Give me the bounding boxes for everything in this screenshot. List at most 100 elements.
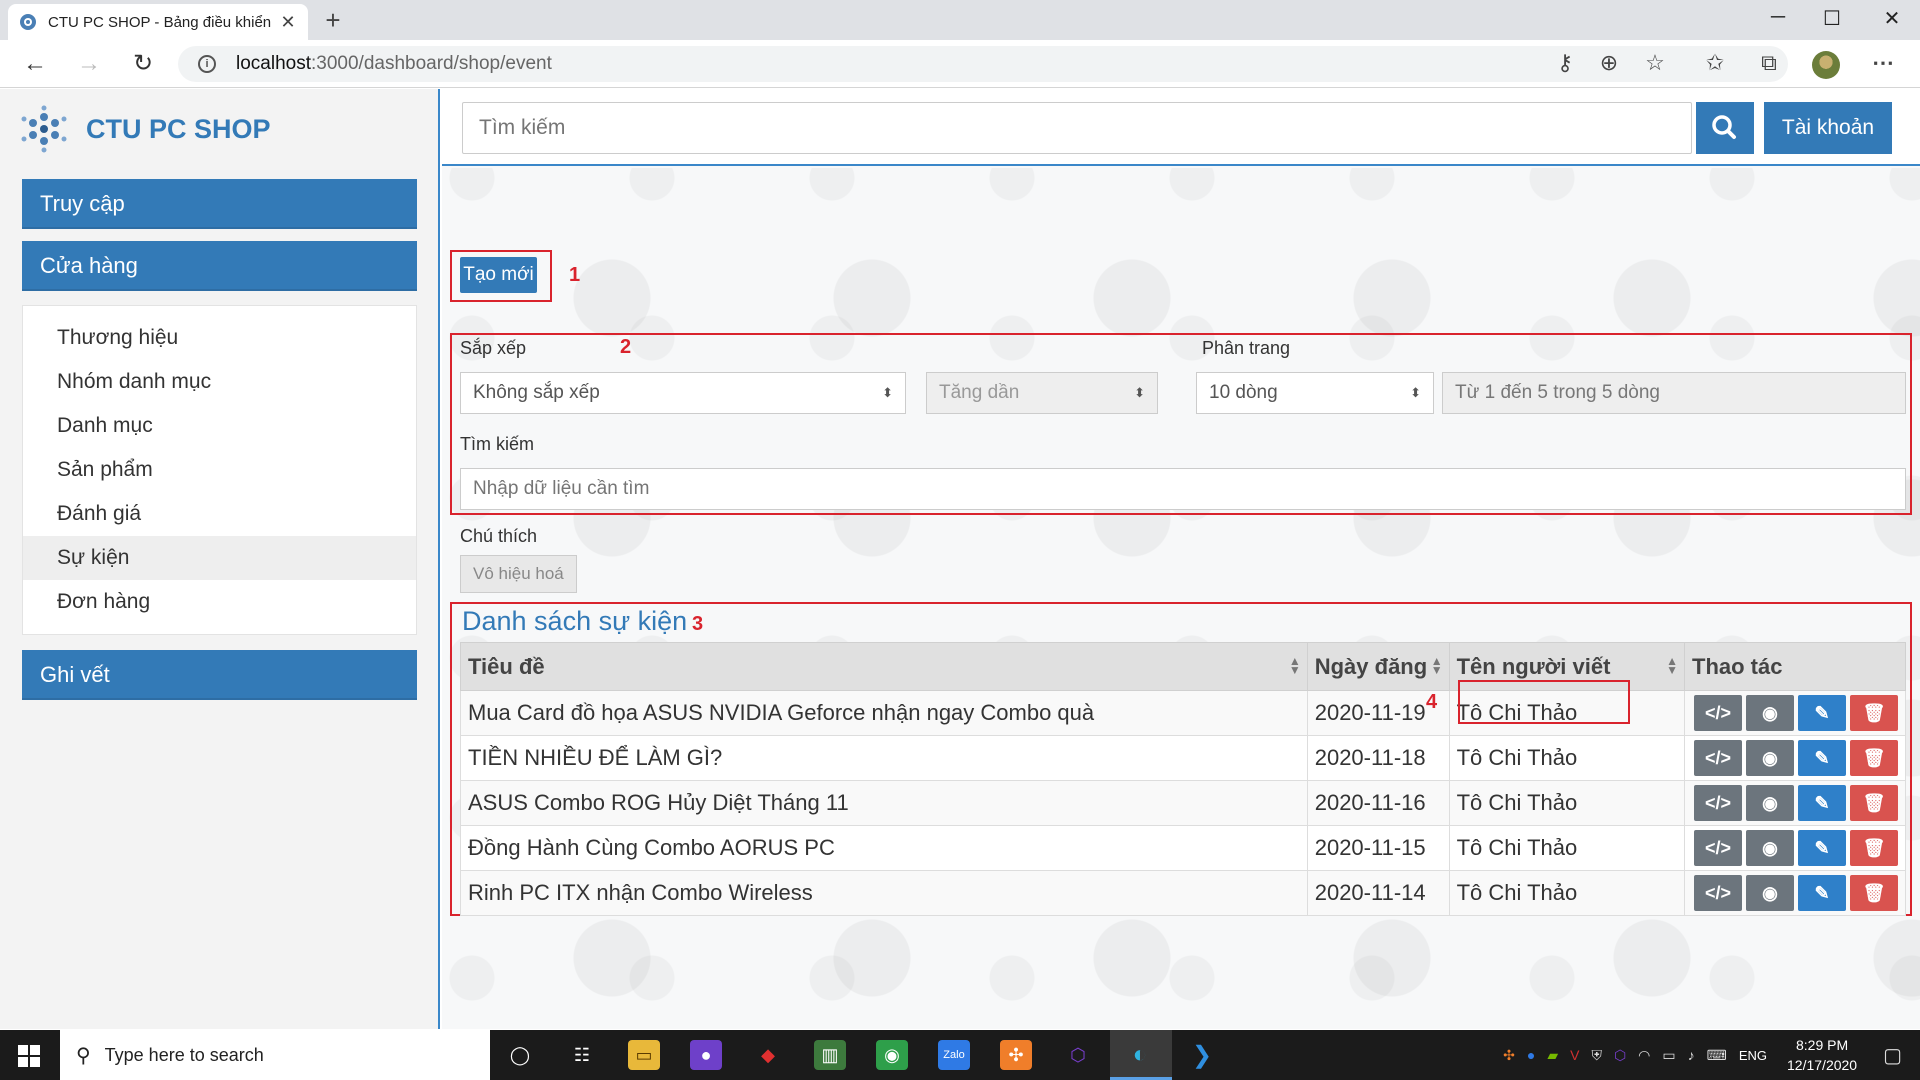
keyboard-icon[interactable]: ⌨ (1707, 1047, 1727, 1064)
task-view-icon[interactable]: ◯ (504, 1040, 536, 1070)
collections-icon[interactable]: ⧉ (1754, 50, 1784, 76)
sidebar-item-category-groups[interactable]: Nhóm danh mục (23, 360, 416, 404)
delete-button[interactable]: 🗑 (1850, 830, 1898, 866)
favorites-icon[interactable]: ✩ (1700, 50, 1730, 76)
key-icon[interactable]: ⚷ (1550, 50, 1580, 76)
edit-icon: ✎ (1814, 837, 1830, 858)
sidebar-item-events[interactable]: Sự kiện (23, 536, 416, 580)
event-date-cell: 2020-11-15 (1306, 825, 1450, 871)
column-header-actions: Thao tác (1684, 642, 1906, 691)
wifi-icon[interactable]: ◠ (1638, 1047, 1650, 1064)
sidebar-item-categories[interactable]: Danh mục (23, 404, 416, 448)
view-button[interactable]: ◉ (1746, 695, 1794, 731)
language-indicator[interactable]: ENG (1739, 1048, 1767, 1063)
sidebar-item-brands[interactable]: Thương hiệu (23, 316, 416, 360)
select-arrows-icon: ⬍ (1410, 385, 1421, 400)
file-explorer-icon[interactable]: ▭ (628, 1040, 660, 1070)
minimize-icon[interactable]: ─ (1758, 6, 1798, 29)
sort-select[interactable]: Không sắp xếp ⬍ (460, 372, 906, 414)
favorite-star-icon[interactable]: ☆ (1640, 50, 1670, 76)
eye-icon: ◉ (1762, 702, 1778, 723)
embed-button[interactable]: </> (1694, 875, 1742, 911)
column-header-title[interactable]: Tiêu đề ▲ ▼ (460, 642, 1308, 691)
info-icon[interactable]: i (198, 55, 216, 73)
edit-button[interactable]: ✎ (1798, 695, 1846, 731)
delete-button[interactable]: 🗑 (1850, 875, 1898, 911)
event-actions-cell: </> ◉ ✎ 🗑 (1684, 870, 1906, 916)
nvidia-tray-icon[interactable]: ▰ (1547, 1047, 1558, 1064)
event-author-cell: Tô Chi Thảo (1448, 825, 1686, 871)
xampp-tray-icon[interactable]: ✣ (1503, 1047, 1515, 1064)
zalo-icon[interactable]: Zalo (938, 1040, 970, 1070)
xampp-icon[interactable]: ✣ (1000, 1040, 1032, 1070)
close-tab-icon[interactable]: ✕ (278, 12, 298, 33)
view-button[interactable]: ◉ (1746, 785, 1794, 821)
sidebar-item-logs[interactable]: Ghi vết (22, 650, 417, 700)
edit-button[interactable]: ✎ (1798, 875, 1846, 911)
delete-button[interactable]: 🗑 (1850, 785, 1898, 821)
paging-select[interactable]: 10 dòng ⬍ (1196, 372, 1434, 414)
vscode-icon[interactable]: ❯ (1186, 1040, 1218, 1070)
clock-date: 12/17/2020 (1787, 1057, 1858, 1073)
github-icon[interactable]: ● (690, 1040, 722, 1070)
sidebar-item-products[interactable]: Sản phẩm (23, 448, 416, 492)
maximize-icon[interactable]: ☐ (1812, 6, 1852, 31)
view-button[interactable]: ◉ (1746, 830, 1794, 866)
column-header-date[interactable]: Ngày đăng ▲ ▼ (1306, 642, 1450, 691)
sidebar-item-reviews[interactable]: Đánh giá (23, 492, 416, 536)
green-app-icon[interactable]: ◉ (876, 1040, 908, 1070)
view-button[interactable]: ◉ (1746, 740, 1794, 776)
event-date-cell: 2020-11-18 (1306, 735, 1450, 781)
clock[interactable]: 8:29 PM 12/17/2020 (1787, 1035, 1857, 1075)
forward-icon[interactable]: → (72, 48, 106, 82)
refresh-icon[interactable]: ↻ (126, 48, 160, 82)
nox-icon[interactable]: ⬡ (1062, 1040, 1094, 1070)
profile-avatar[interactable] (1812, 51, 1840, 79)
close-window-icon[interactable]: ✕ (1872, 6, 1912, 31)
view-button[interactable]: ◉ (1746, 875, 1794, 911)
event-actions-cell: </> ◉ ✎ 🗑 (1684, 690, 1906, 736)
timeline-icon[interactable]: ☷ (566, 1040, 598, 1070)
filter-search-label: Tìm kiếm (460, 434, 534, 454)
sort-label: Sắp xếp (460, 338, 527, 358)
edit-button[interactable]: ✎ (1798, 740, 1846, 776)
brand[interactable]: CTU PC SHOP (20, 105, 271, 153)
edit-button[interactable]: ✎ (1798, 785, 1846, 821)
edit-button[interactable]: ✎ (1798, 830, 1846, 866)
zalo-tray-icon[interactable]: ● (1527, 1047, 1535, 1063)
global-search-input[interactable] (462, 102, 1692, 154)
url-field[interactable]: i localhost :3000/dashboard/shop/event (178, 46, 1788, 82)
antivirus-tray-icon[interactable]: V (1570, 1047, 1579, 1063)
delete-button[interactable]: 🗑 (1850, 740, 1898, 776)
edit-icon: ✎ (1814, 702, 1830, 723)
embed-button[interactable]: </> (1694, 695, 1742, 731)
account-button[interactable]: Tài khoản (1764, 102, 1892, 154)
create-button[interactable]: Tạo mới (460, 257, 537, 293)
battery-icon[interactable]: ▭ (1662, 1047, 1675, 1064)
new-tab-icon[interactable]: + (318, 6, 348, 36)
volume-icon[interactable]: ♪ (1688, 1047, 1695, 1063)
more-icon[interactable]: ⋯ (1868, 50, 1898, 76)
notification-icon[interactable]: ▢ (1883, 1043, 1902, 1068)
sidebar-item-access[interactable]: Truy cập (22, 179, 417, 229)
order-select[interactable]: Tăng dần ⬍ (926, 372, 1158, 414)
taskbar-search-box[interactable]: ⚲ Type here to search (60, 1030, 490, 1080)
game-app-icon[interactable]: ◆ (752, 1040, 784, 1070)
shield-tray-icon[interactable]: ⛨ (1591, 1047, 1602, 1064)
windows-start-icon[interactable] (18, 1045, 40, 1067)
sidebar-item-orders[interactable]: Đơn hàng (23, 580, 416, 624)
zoom-icon[interactable]: ⊕ (1594, 50, 1624, 76)
back-icon[interactable]: ← (18, 48, 52, 82)
filter-search-input[interactable] (460, 468, 1906, 510)
search-button[interactable] (1696, 102, 1754, 154)
sort-icon: ▲ ▼ (1666, 654, 1678, 677)
embed-button[interactable]: </> (1694, 740, 1742, 776)
delete-button[interactable]: 🗑 (1850, 695, 1898, 731)
embed-button[interactable]: </> (1694, 785, 1742, 821)
edge-icon[interactable]: ◐ (1124, 1040, 1156, 1070)
browser-tab[interactable]: CTU PC SHOP - Bảng điều khiển ✕ (8, 4, 308, 40)
sidebar-item-shop[interactable]: Cửa hàng (22, 241, 417, 291)
chart-app-icon[interactable]: ▥ (814, 1040, 846, 1070)
nox-tray-icon[interactable]: ⬡ (1614, 1047, 1626, 1064)
embed-button[interactable]: </> (1694, 830, 1742, 866)
